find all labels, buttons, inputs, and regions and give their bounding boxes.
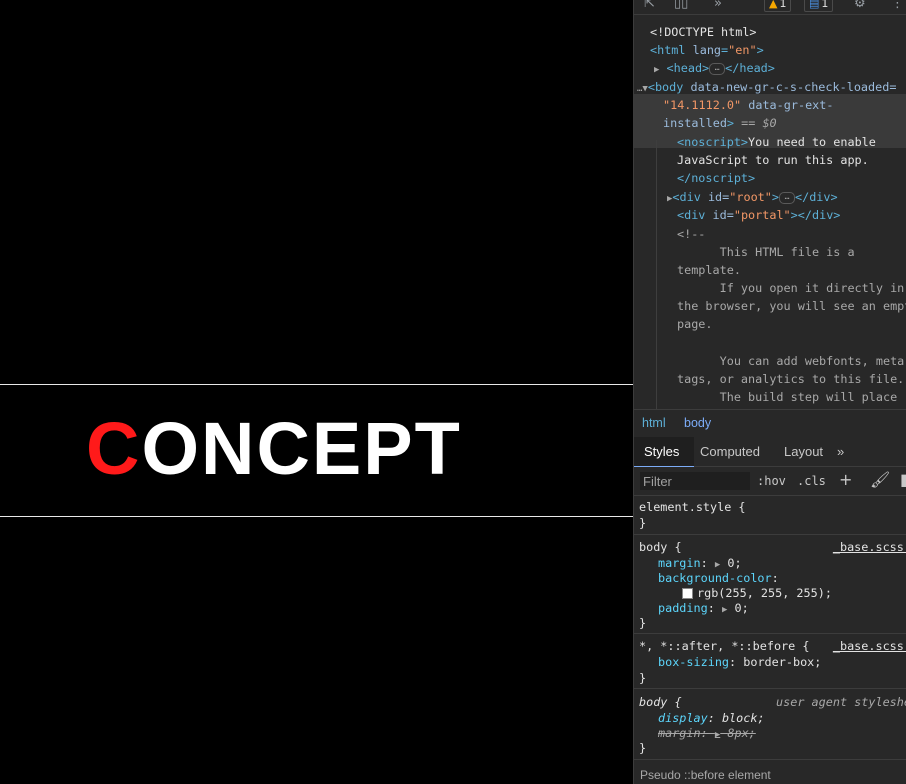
messages-badge[interactable]: ▤ 1 — [804, 0, 834, 12]
user-agent-stylesheet-label: user agent styleshe — [776, 695, 906, 709]
padding-decl[interactable]: padding: ▶ 0; — [658, 601, 749, 618]
devtools-panel: ⇱ ▯▯ » ▲ 1 ▤ 1 ⚙ ⋮ <!DOCTYPE html> <html l… — [633, 0, 906, 784]
base-scss-link[interactable]: _base.scss: — [833, 540, 906, 555]
comment-line-6: page. — [677, 317, 713, 331]
concept-logo: CONCEPT — [86, 412, 462, 486]
tab-layout[interactable]: Layout — [784, 444, 823, 459]
noscript-text-line2: JavaScript to run this app. — [677, 153, 869, 167]
comment-line-8: You can add webfonts, meta — [677, 354, 905, 368]
element-style-selector[interactable]: element.style { — [639, 500, 746, 515]
inspect-element-icon[interactable]: ⇱ — [644, 0, 655, 11]
breadcrumb-body[interactable]: body — [684, 416, 711, 430]
body-base-rule: body { _base.scss: margin: ▶ 0; backgrou… — [634, 535, 906, 634]
element-style-close: } — [639, 516, 647, 530]
comment-line-5: the browser, you will see an empty — [677, 299, 906, 313]
settings-gear-icon[interactable]: ⚙ — [854, 0, 866, 11]
html-node[interactable]: <html lang="en"> — [650, 41, 764, 59]
body-selector[interactable]: body { — [639, 540, 682, 555]
base-scss-link-2[interactable]: _base.scss: — [833, 639, 906, 654]
expand-shorthand-icon[interactable]: ▶ — [715, 560, 720, 570]
pseudo-element-header: Pseudo ::before element — [640, 768, 771, 782]
more-options-icon[interactable]: ⋮ — [891, 0, 904, 11]
warnings-count: 1 — [779, 0, 787, 10]
element-style-rule: element.style { } — [634, 496, 906, 535]
new-style-rule-icon[interactable]: + — [839, 470, 852, 489]
head-node[interactable]: ▶ <head>… </head> — [654, 59, 775, 79]
ua-body-selector[interactable]: body { — [639, 695, 682, 710]
indent-guide — [656, 140, 657, 410]
expand-shorthand-icon[interactable]: ▶ — [715, 730, 720, 740]
expand-triangle-icon[interactable]: ▶ — [654, 65, 659, 75]
user-agent-rule: body { user agent styleshe display: bloc… — [634, 689, 906, 760]
box-sizing-decl[interactable]: box-sizing: border-box; — [658, 655, 821, 670]
styles-filter-bar: :hov .cls + 🖌 ◧ — [634, 467, 906, 496]
message-icon: ▤ — [809, 0, 820, 10]
breadcrumb: html body — [634, 409, 906, 438]
body-attr-line3: installed> == $0 — [663, 116, 777, 130]
collapsed-ellipsis-icon[interactable]: … — [709, 62, 726, 75]
computed-sidebar-icon[interactable]: ◧ — [900, 470, 906, 489]
warning-icon: ▲ — [769, 0, 778, 10]
universal-selector[interactable]: *, *::after, *::before { — [639, 639, 809, 654]
ua-rule-close: } — [639, 741, 647, 755]
logo-first-letter: C — [86, 407, 142, 490]
styles-tabbar: Styles Computed Layout » — [634, 437, 906, 468]
comment-line-3: template. — [677, 263, 741, 277]
styles-filter-input[interactable] — [640, 472, 750, 490]
body-rule-close: } — [639, 616, 647, 630]
bg-color-value[interactable]: rgb(255, 255, 255); — [682, 586, 832, 601]
top-divider — [0, 384, 633, 385]
color-swatch-icon[interactable] — [682, 588, 693, 599]
comment-line-2: This HTML file is a — [677, 245, 855, 259]
overridden-margin-decl[interactable]: margin: ▶ 8px; — [658, 726, 756, 743]
tab-styles[interactable]: Styles — [644, 444, 679, 459]
div-portal-node[interactable]: <div id="portal"></div> — [677, 206, 840, 224]
bottom-divider — [0, 516, 633, 517]
devtools-toolbar: ⇱ ▯▯ » ▲ 1 ▤ 1 ⚙ ⋮ — [634, 0, 906, 15]
universal-rule-close: } — [639, 671, 647, 685]
device-toolbar-icon[interactable]: ▯▯ — [674, 0, 688, 11]
more-tabs-icon[interactable]: » — [714, 0, 722, 11]
comment-line-9: tags, or analytics to this file. — [677, 372, 905, 386]
elements-tree: <!DOCTYPE html> <html lang="en"> ▶ <head… — [634, 14, 906, 409]
breadcrumb-html[interactable]: html — [642, 416, 666, 430]
logo-rest: ONCEPT — [141, 407, 462, 490]
comment-line-4: If you open it directly in — [677, 281, 905, 295]
comment-line-1[interactable]: <!-- — [677, 225, 705, 243]
noscript-close: </noscript> — [677, 171, 756, 185]
display-decl[interactable]: display: block; — [658, 711, 765, 726]
app-viewport: CONCEPT — [0, 0, 633, 784]
noscript-node[interactable]: <noscript>You need to enable — [677, 133, 876, 151]
hov-toggle-button[interactable]: :hov — [757, 474, 786, 488]
comment-line-10: The build step will place — [677, 390, 898, 404]
universal-rule: *, *::after, *::before { _base.scss: box… — [634, 634, 906, 689]
doctype-node[interactable]: <!DOCTYPE html> — [650, 23, 757, 41]
cls-toggle-button[interactable]: .cls — [797, 474, 826, 488]
paint-brush-icon[interactable]: 🖌 — [870, 470, 890, 489]
messages-count: 1 — [821, 0, 829, 10]
styles-rules-pane: element.style { } body { _base.scss: mar… — [634, 496, 906, 784]
more-tabs-icon[interactable]: » — [837, 444, 844, 459]
body-attr-line2: "14.1112.0" data-gr-ext- — [663, 98, 834, 112]
tab-computed[interactable]: Computed — [700, 444, 760, 459]
warnings-badge[interactable]: ▲ 1 — [764, 0, 792, 12]
expand-shorthand-icon[interactable]: ▶ — [722, 605, 727, 615]
collapsed-ellipsis-icon[interactable]: … — [779, 191, 795, 204]
bg-color-decl[interactable]: background-color: — [658, 571, 779, 586]
